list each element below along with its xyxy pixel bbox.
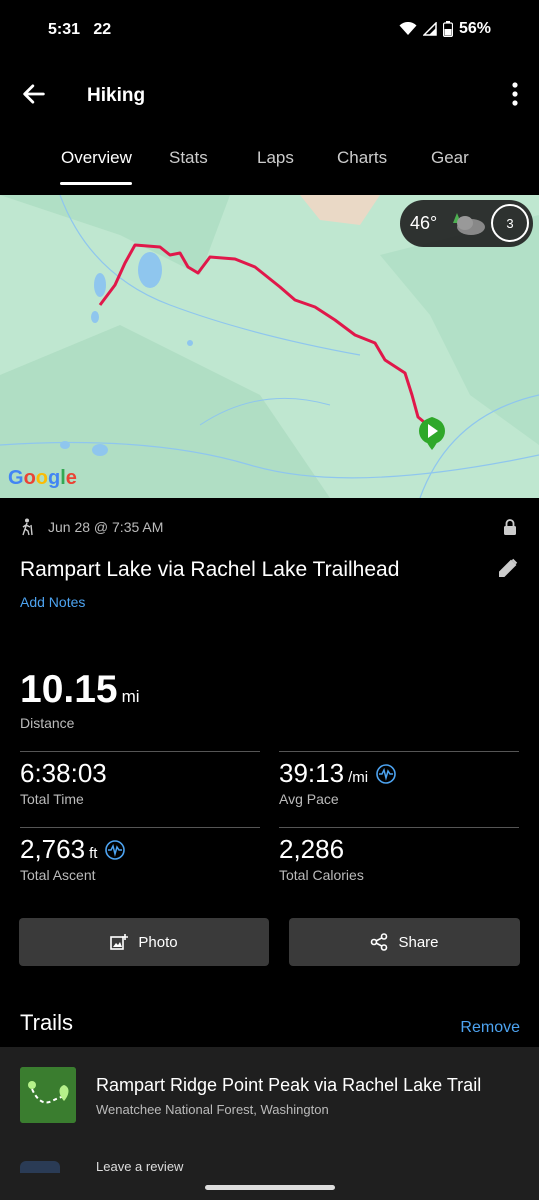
cloudy-weather-icon	[453, 212, 486, 235]
share-button[interactable]: Share	[289, 918, 520, 966]
activity-title: Rampart Lake via Rachel Lake Trailhead	[20, 558, 400, 581]
tab-charts[interactable]: Charts	[337, 148, 387, 168]
more-options-icon[interactable]	[509, 80, 521, 108]
trails-heading: Trails	[20, 1010, 73, 1035]
trail-card[interactable]: Rampart Ridge Point Peak via Rachel Lake…	[0, 1047, 539, 1200]
weather-widget[interactable]: 46° 3	[400, 200, 533, 247]
activity-date: Jun 28 @ 7:35 AM	[48, 519, 164, 535]
add-notes-link[interactable]: Add Notes	[20, 594, 85, 610]
status-time: 5:31 22	[48, 21, 112, 38]
tab-active-indicator	[60, 182, 132, 185]
home-indicator[interactable]	[205, 1185, 335, 1190]
app-bar: Hiking	[0, 60, 539, 130]
wifi-icon	[399, 22, 417, 35]
status-bar: 5:31 22 56%	[0, 0, 539, 60]
edit-pencil-icon[interactable]	[497, 557, 519, 579]
distance-label: Distance	[20, 715, 75, 731]
tab-gear[interactable]: Gear	[431, 148, 469, 168]
activity-meta: Jun 28 @ 7:35 AM	[20, 518, 163, 536]
stat-avg-pace: 39:13/mi Avg Pace	[279, 751, 519, 807]
stat-total-time: 6:38:03 Total Time	[20, 751, 260, 807]
remove-trail-link[interactable]: Remove	[460, 1019, 520, 1037]
pace-chart-icon[interactable]	[376, 763, 396, 784]
leave-review-link[interactable]: Leave a review	[96, 1159, 183, 1174]
route-map[interactable]: 46° 3 Google	[0, 195, 539, 498]
signal-icon	[422, 22, 437, 36]
tab-overview[interactable]: Overview	[61, 148, 132, 168]
distance-value: 10.15 mi	[20, 668, 140, 711]
share-icon	[371, 933, 388, 951]
ascent-chart-icon[interactable]	[105, 839, 126, 860]
battery-percent: 56%	[458, 20, 491, 37]
tab-stats[interactable]: Stats	[169, 148, 208, 168]
lock-icon[interactable]	[503, 518, 517, 536]
page-title: Hiking	[87, 85, 146, 106]
trail-location: Wenatchee National Forest, Washington	[96, 1102, 329, 1117]
stat-total-ascent: 2,763 ft Total Ascent	[20, 827, 260, 883]
stat-total-calories: 2,286 Total Calories	[279, 827, 519, 883]
review-avatar	[20, 1161, 60, 1173]
back-arrow-icon[interactable]	[20, 80, 48, 108]
photo-button[interactable]: Photo	[19, 918, 269, 966]
trail-name: Rampart Ridge Point Peak via Rachel Lake…	[96, 1075, 482, 1095]
hiker-icon	[22, 518, 33, 536]
status-icons: 56%	[399, 20, 491, 38]
google-logo: Google	[8, 467, 77, 489]
trail-map-icon	[20, 1067, 76, 1123]
tab-bar: Overview Stats Laps Charts Gear	[0, 140, 539, 190]
add-photo-icon	[110, 934, 129, 950]
weather-temperature: 46°	[410, 213, 438, 233]
battery-icon	[442, 21, 453, 37]
weather-count-badge: 3	[491, 204, 529, 242]
tab-laps[interactable]: Laps	[257, 148, 294, 168]
